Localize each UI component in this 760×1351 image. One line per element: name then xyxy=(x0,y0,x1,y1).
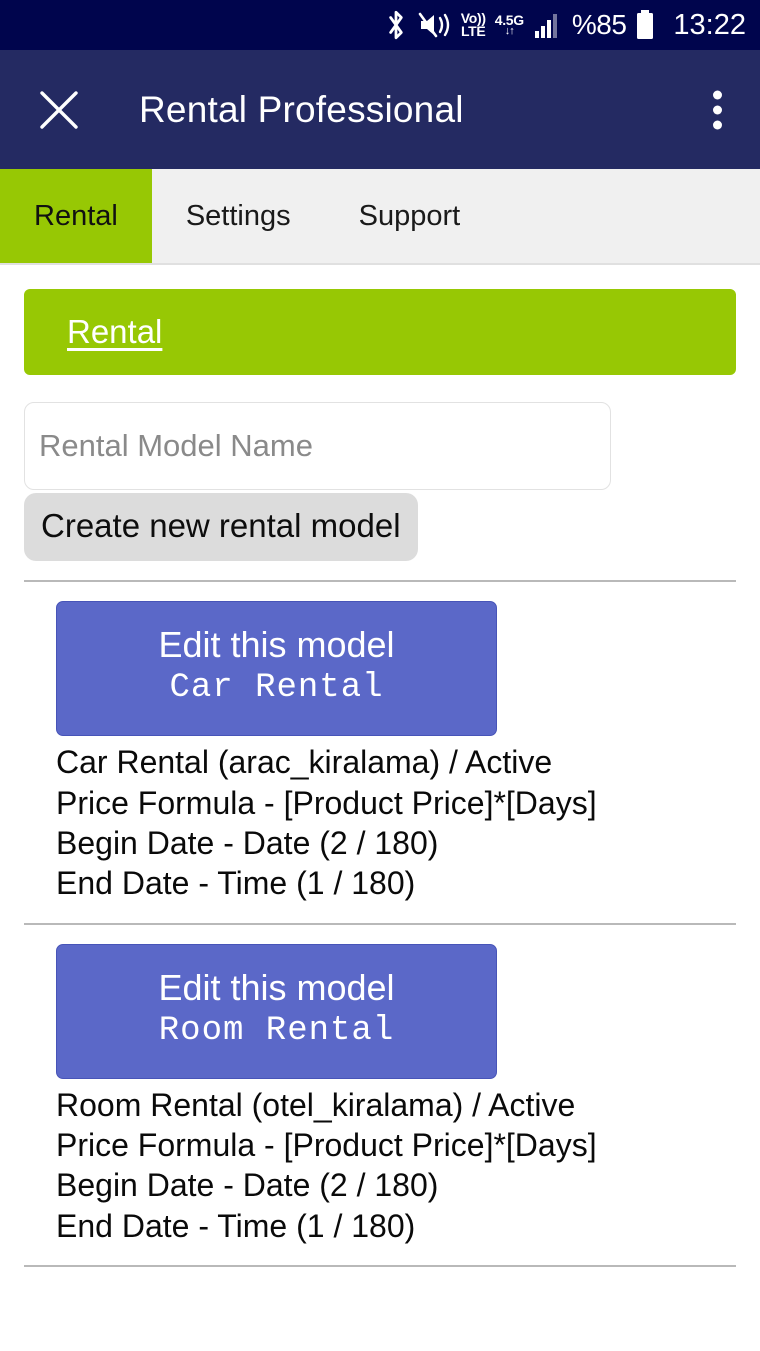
app-header: Rental Professional xyxy=(0,50,760,169)
model-info-line: Price Formula - [Product Price]*[Days] xyxy=(56,1127,597,1164)
status-bar-icons: Vo)) LTE 4.5G ↓↑ %85 13:22 xyxy=(383,9,746,42)
divider xyxy=(24,1265,736,1268)
tab-settings[interactable]: Settings xyxy=(151,169,325,263)
model-info-line: End Date - Time (1 / 180) xyxy=(56,1207,416,1244)
model-info: Room Rental (otel_kiralama) / Active Pri… xyxy=(56,1085,760,1246)
volte-icon: Vo)) LTE xyxy=(460,9,486,39)
rental-banner-link[interactable]: Rental xyxy=(67,313,162,351)
edit-button-label: Edit this model xyxy=(158,624,395,665)
main-content: Rental Create new rental model Edit this… xyxy=(0,289,760,1268)
overflow-menu-icon[interactable] xyxy=(703,82,732,137)
battery-icon xyxy=(635,9,655,41)
edit-model-button[interactable]: Edit this model Room Rental xyxy=(56,943,497,1079)
model-info-line: Car Rental (arac_kiralama) / Active xyxy=(56,744,553,781)
signal-bars-icon xyxy=(533,10,563,40)
rental-model-name-input[interactable] xyxy=(24,402,611,490)
page-title: Rental Professional xyxy=(139,88,464,130)
battery-percent-label: %85 xyxy=(571,9,627,40)
close-icon[interactable] xyxy=(22,87,96,133)
tab-rental[interactable]: Rental xyxy=(0,169,152,263)
menu-dot xyxy=(713,105,722,114)
bluetooth-icon xyxy=(383,9,409,41)
rental-banner: Rental xyxy=(24,289,736,375)
model-info-line: Room Rental (otel_kiralama) / Active xyxy=(56,1086,576,1123)
rental-model-card: Edit this model Room Rental Room Rental … xyxy=(0,925,760,1247)
edit-model-button[interactable]: Edit this model Car Rental xyxy=(56,601,497,737)
tab-bar: Rental Settings Support xyxy=(0,169,760,265)
edit-button-label: Edit this model xyxy=(158,966,395,1008)
create-model-form xyxy=(0,375,760,490)
model-name-label: Car Rental xyxy=(169,669,384,708)
menu-dot xyxy=(713,90,722,99)
network-4-5g-icon: 4.5G ↓↑ xyxy=(494,12,524,37)
menu-dot xyxy=(713,120,722,129)
model-info-line: Begin Date - Date (2 / 180) xyxy=(56,1167,439,1204)
mute-vibrate-icon xyxy=(418,10,452,40)
status-bar: Vo)) LTE 4.5G ↓↑ %85 13:22 xyxy=(0,0,760,50)
tab-support[interactable]: Support xyxy=(324,169,495,263)
model-name-label: Room Rental xyxy=(158,1011,395,1050)
model-info-line: End Date - Time (1 / 180) xyxy=(56,865,416,902)
model-info-line: Begin Date - Date (2 / 180) xyxy=(56,824,439,861)
model-info-line: Price Formula - [Product Price]*[Days] xyxy=(56,784,597,821)
create-new-rental-model-button[interactable]: Create new rental model xyxy=(24,493,418,561)
model-info: Car Rental (arac_kiralama) / Active Pric… xyxy=(56,742,760,903)
rental-model-card: Edit this model Car Rental Car Rental (a… xyxy=(0,582,760,904)
clock-label: 13:22 xyxy=(673,8,746,41)
